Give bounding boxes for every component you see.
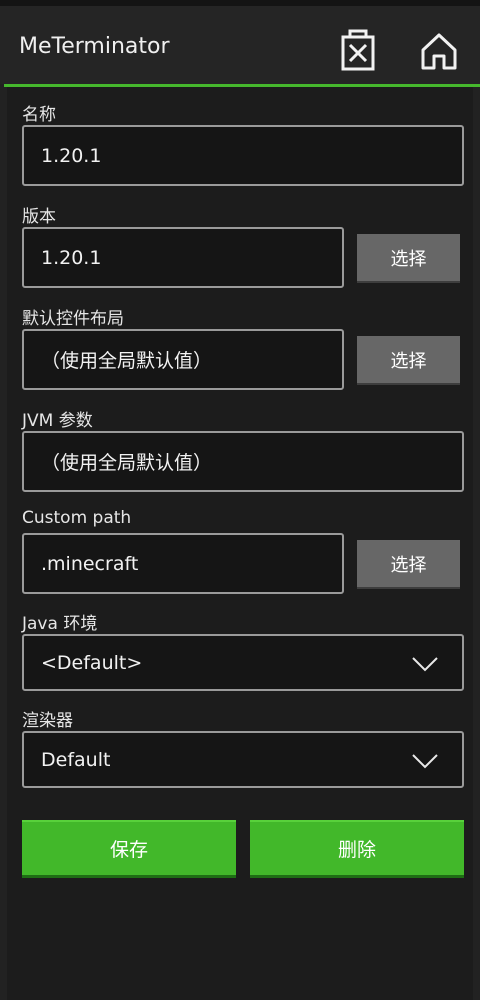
jvm-args-field[interactable]: （使用全局默认值）: [22, 431, 464, 492]
control-layout-select-button[interactable]: 选择: [357, 336, 460, 383]
save-button[interactable]: 保存: [22, 820, 236, 875]
jvm-args-label: JVM 参数: [22, 411, 93, 431]
name-label: 名称: [22, 105, 56, 125]
java-env-label: Java 环境: [22, 614, 98, 634]
chevron-down-icon: [412, 657, 438, 672]
delete-button[interactable]: 删除: [250, 820, 464, 875]
version-select-button[interactable]: 选择: [357, 234, 460, 281]
control-layout-field[interactable]: （使用全局默认值）: [22, 329, 344, 390]
version-label: 版本: [22, 207, 56, 227]
app-bar: MeTerminator: [0, 6, 480, 84]
custom-path-select-button[interactable]: 选择: [357, 540, 460, 587]
name-field[interactable]: 1.20.1: [22, 125, 464, 186]
custom-path-field[interactable]: .minecraft: [22, 533, 344, 594]
renderer-value: Default: [41, 748, 111, 771]
custom-path-label: Custom path: [22, 508, 132, 528]
chevron-down-icon: [412, 754, 438, 769]
renderer-dropdown[interactable]: Default: [22, 731, 464, 788]
renderer-label: 渲染器: [22, 711, 73, 731]
java-env-value: <Default>: [41, 651, 143, 674]
home-icon[interactable]: [419, 28, 459, 72]
java-env-dropdown[interactable]: <Default>: [22, 634, 464, 691]
version-field[interactable]: 1.20.1: [22, 227, 344, 288]
close-box-icon[interactable]: [338, 28, 378, 72]
app-title: MeTerminator: [19, 34, 170, 59]
control-layout-label: 默认控件布局: [22, 309, 124, 329]
